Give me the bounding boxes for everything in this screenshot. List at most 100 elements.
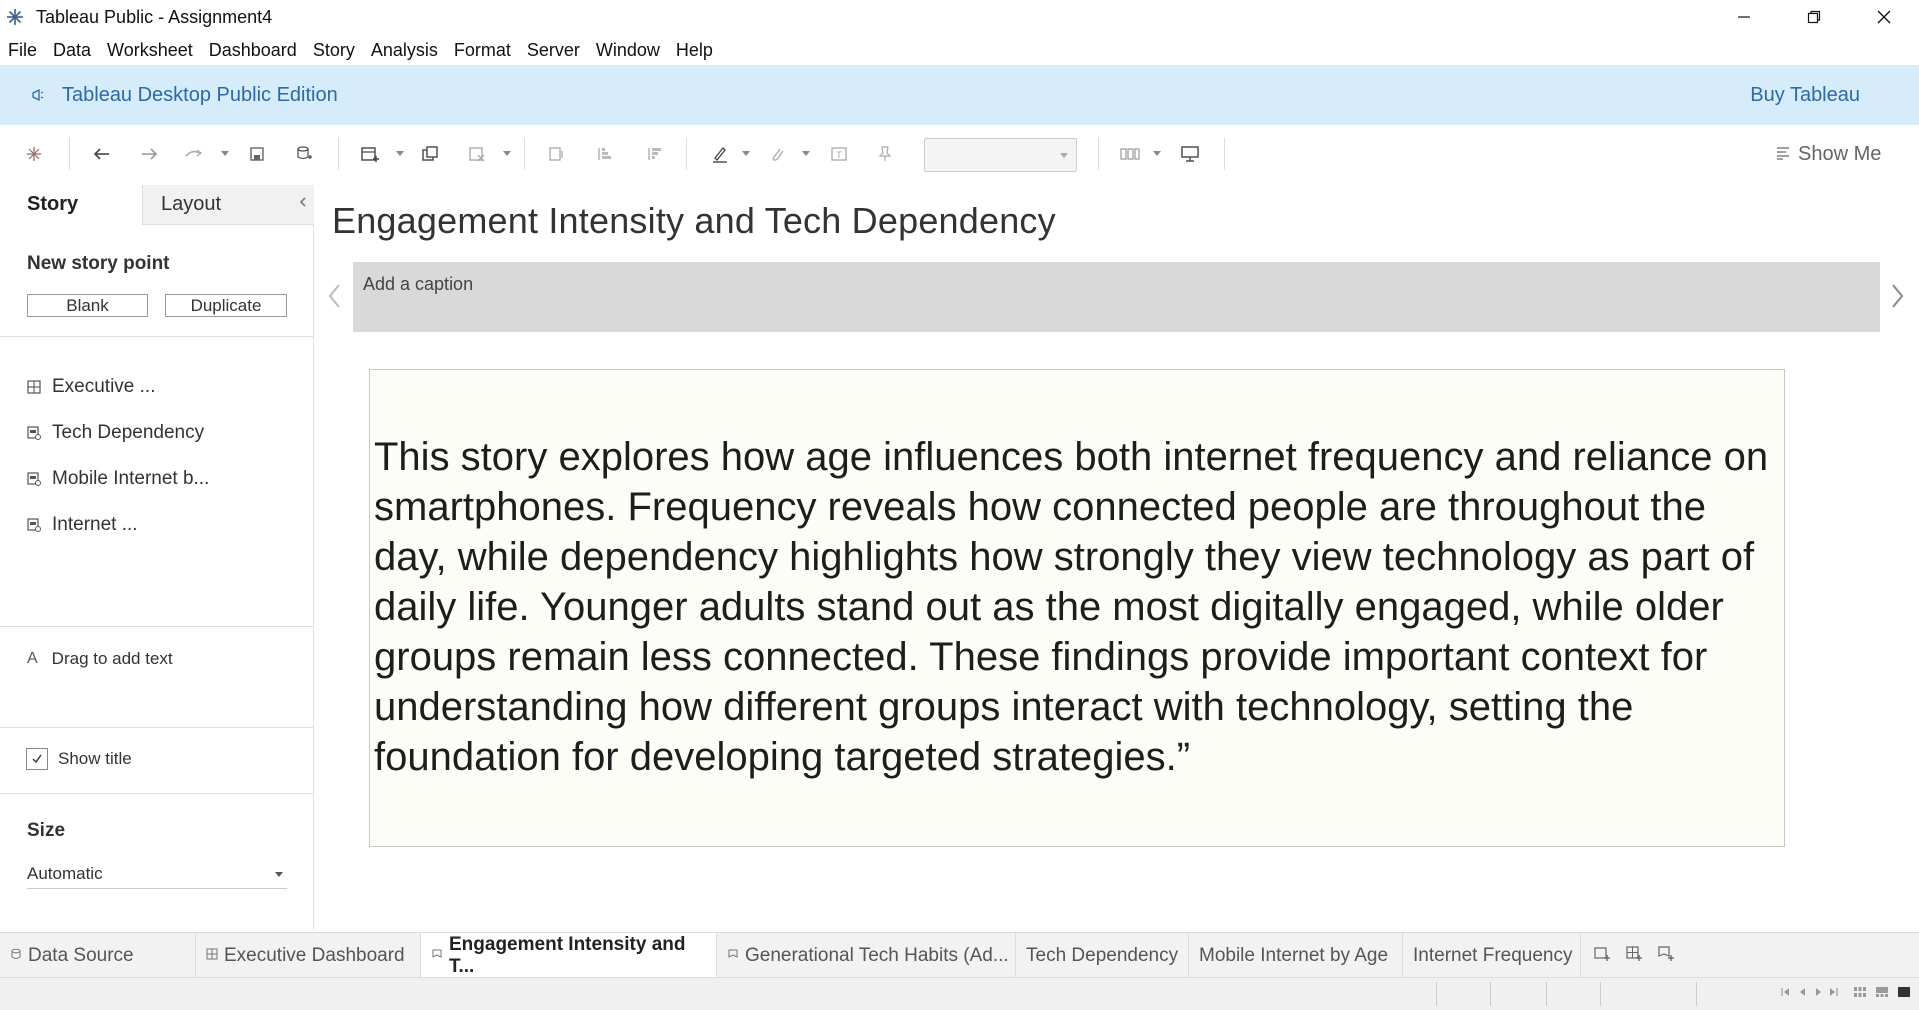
new-data-source-icon[interactable] [292, 143, 316, 165]
new-worksheet-icon[interactable] [358, 143, 382, 165]
next-story-point-arrow[interactable] [1888, 282, 1906, 310]
chevron-down-icon [1060, 153, 1068, 158]
first-sheet-icon[interactable] [1778, 984, 1794, 1000]
sheet-item-mobile-internet[interactable]: Mobile Internet b... [26, 466, 209, 492]
toolbar-separator [1224, 138, 1225, 170]
tab-story[interactable]: Story [27, 193, 78, 216]
clear-sheet-icon[interactable] [465, 143, 489, 165]
menu-dashboard[interactable]: Dashboard [209, 40, 297, 61]
replay-dropdown-icon[interactable] [221, 151, 229, 156]
sheet-item-internet[interactable]: Internet ... [26, 512, 138, 538]
panel-tabs: Story Layout [0, 185, 314, 225]
show-tabs-icon[interactable] [1896, 984, 1912, 1000]
sheet-item-tech-dependency[interactable]: Tech Dependency [26, 420, 204, 446]
status-divider [1600, 982, 1601, 1006]
menu-file[interactable]: File [8, 40, 37, 61]
collapse-panel-icon[interactable] [298, 195, 308, 214]
toolbar-separator [338, 138, 339, 170]
toolbar-separator [1098, 138, 1099, 170]
edition-label: Tableau Desktop Public Edition [62, 83, 338, 106]
show-title-checkbox[interactable] [26, 748, 48, 770]
cards-dropdown-icon[interactable] [1153, 151, 1161, 156]
previous-story-point-arrow[interactable] [326, 282, 344, 310]
group-members-icon[interactable] [765, 143, 789, 165]
menu-help[interactable]: Help [676, 40, 713, 61]
tab-tech-dependency[interactable]: Tech Dependency [1016, 933, 1189, 978]
tab-label: Generational Tech Habits (Ad... [745, 944, 1009, 966]
tab-data-source[interactable]: Data Source [0, 933, 196, 978]
tab-engagement-intensity[interactable]: Engagement Intensity and T... [421, 933, 717, 978]
menu-analysis[interactable]: Analysis [371, 40, 438, 61]
fix-axes-icon[interactable] [873, 143, 897, 165]
sort-ascending-icon[interactable] [592, 143, 616, 165]
tab-mobile-internet-by-age[interactable]: Mobile Internet by Age [1189, 933, 1403, 978]
fit-dropdown[interactable] [924, 138, 1077, 172]
worksheet-icon [26, 517, 42, 533]
menu-story[interactable]: Story [313, 40, 355, 61]
drag-to-add-text[interactable]: A Drag to add text [27, 649, 173, 669]
close-button[interactable] [1849, 0, 1919, 34]
story-body-text: This story explores how age influences b… [374, 435, 1769, 779]
tab-generational-tech-habits[interactable]: Generational Tech Habits (Ad... [717, 933, 1016, 978]
menu-data[interactable]: Data [53, 40, 91, 61]
group-dropdown-icon[interactable] [802, 151, 810, 156]
highlight-dropdown-icon[interactable] [742, 151, 750, 156]
blank-button[interactable]: Blank [27, 294, 148, 317]
size-heading: Size [27, 820, 66, 841]
presentation-mode-icon[interactable] [1178, 143, 1202, 165]
show-cards-icon[interactable] [1118, 143, 1142, 165]
new-sheet-dropdown-icon[interactable] [396, 151, 404, 156]
tab-internet-frequency[interactable]: Internet Frequency [1403, 933, 1581, 978]
menu-server[interactable]: Server [527, 40, 580, 61]
story-text-box[interactable]: This story explores how age influences b… [369, 369, 1785, 847]
size-select[interactable]: Automatic [27, 861, 287, 889]
status-divider [1490, 982, 1491, 1006]
worksheet-icon [26, 471, 42, 487]
sheet-item-executive[interactable]: Executive ... [26, 374, 156, 400]
duplicate-sheet-icon[interactable] [418, 143, 442, 165]
show-sheet-sorter-icon[interactable] [1852, 984, 1868, 1000]
menu-format[interactable]: Format [454, 40, 511, 61]
highlight-icon[interactable] [708, 143, 732, 165]
status-divider [1696, 982, 1697, 1006]
replay-icon[interactable] [182, 143, 206, 165]
swap-rows-columns-icon[interactable] [544, 143, 568, 165]
minimize-button[interactable] [1709, 0, 1779, 34]
new-story-point-heading: New story point [27, 253, 170, 274]
tab-label: Engagement Intensity and T... [449, 933, 686, 977]
sheet-item-label: Executive ... [52, 376, 156, 397]
undo-icon[interactable] [90, 143, 114, 165]
duplicate-button[interactable]: Duplicate [165, 294, 287, 317]
redo-icon[interactable] [137, 143, 161, 165]
tableau-logo-icon [4, 6, 26, 28]
story-point-caption[interactable]: Add a caption [353, 262, 1880, 332]
megaphone-icon [30, 86, 48, 104]
save-icon[interactable] [245, 143, 269, 165]
last-sheet-icon[interactable] [1825, 984, 1841, 1000]
new-worksheet-tab-icon[interactable] [1591, 943, 1613, 965]
sort-descending-icon[interactable] [642, 143, 666, 165]
divider [0, 793, 314, 794]
clear-dropdown-icon[interactable] [503, 151, 511, 156]
show-title-toggle[interactable]: Show title [26, 748, 132, 770]
new-story-tab-icon[interactable] [1655, 943, 1677, 965]
show-me-button[interactable]: Show Me [1776, 141, 1881, 167]
tableau-home-icon[interactable] [22, 143, 46, 165]
restore-button[interactable] [1779, 0, 1849, 34]
new-dashboard-tab-icon[interactable] [1623, 943, 1645, 965]
next-sheet-icon[interactable] [1810, 984, 1826, 1000]
show-mark-labels-icon[interactable]: T [827, 143, 851, 165]
buy-tableau-link[interactable]: Buy Tableau [1750, 84, 1860, 107]
divider [0, 626, 314, 627]
tab-layout-label: Layout [161, 193, 222, 215]
previous-sheet-icon[interactable] [1795, 984, 1811, 1000]
title-bar: Tableau Public - Assignment4 [0, 0, 1919, 34]
menu-worksheet[interactable]: Worksheet [107, 40, 193, 61]
tab-executive-dashboard[interactable]: Executive Dashboard [196, 933, 421, 978]
tab-layout[interactable]: Layout [142, 185, 314, 225]
toolbar-separator [686, 138, 687, 170]
menu-window[interactable]: Window [596, 40, 660, 61]
tab-label: Tech Dependency [1026, 944, 1179, 966]
show-filmstrip-icon[interactable] [1874, 984, 1890, 1000]
story-title[interactable]: Engagement Intensity and Tech Dependency [332, 200, 1056, 242]
